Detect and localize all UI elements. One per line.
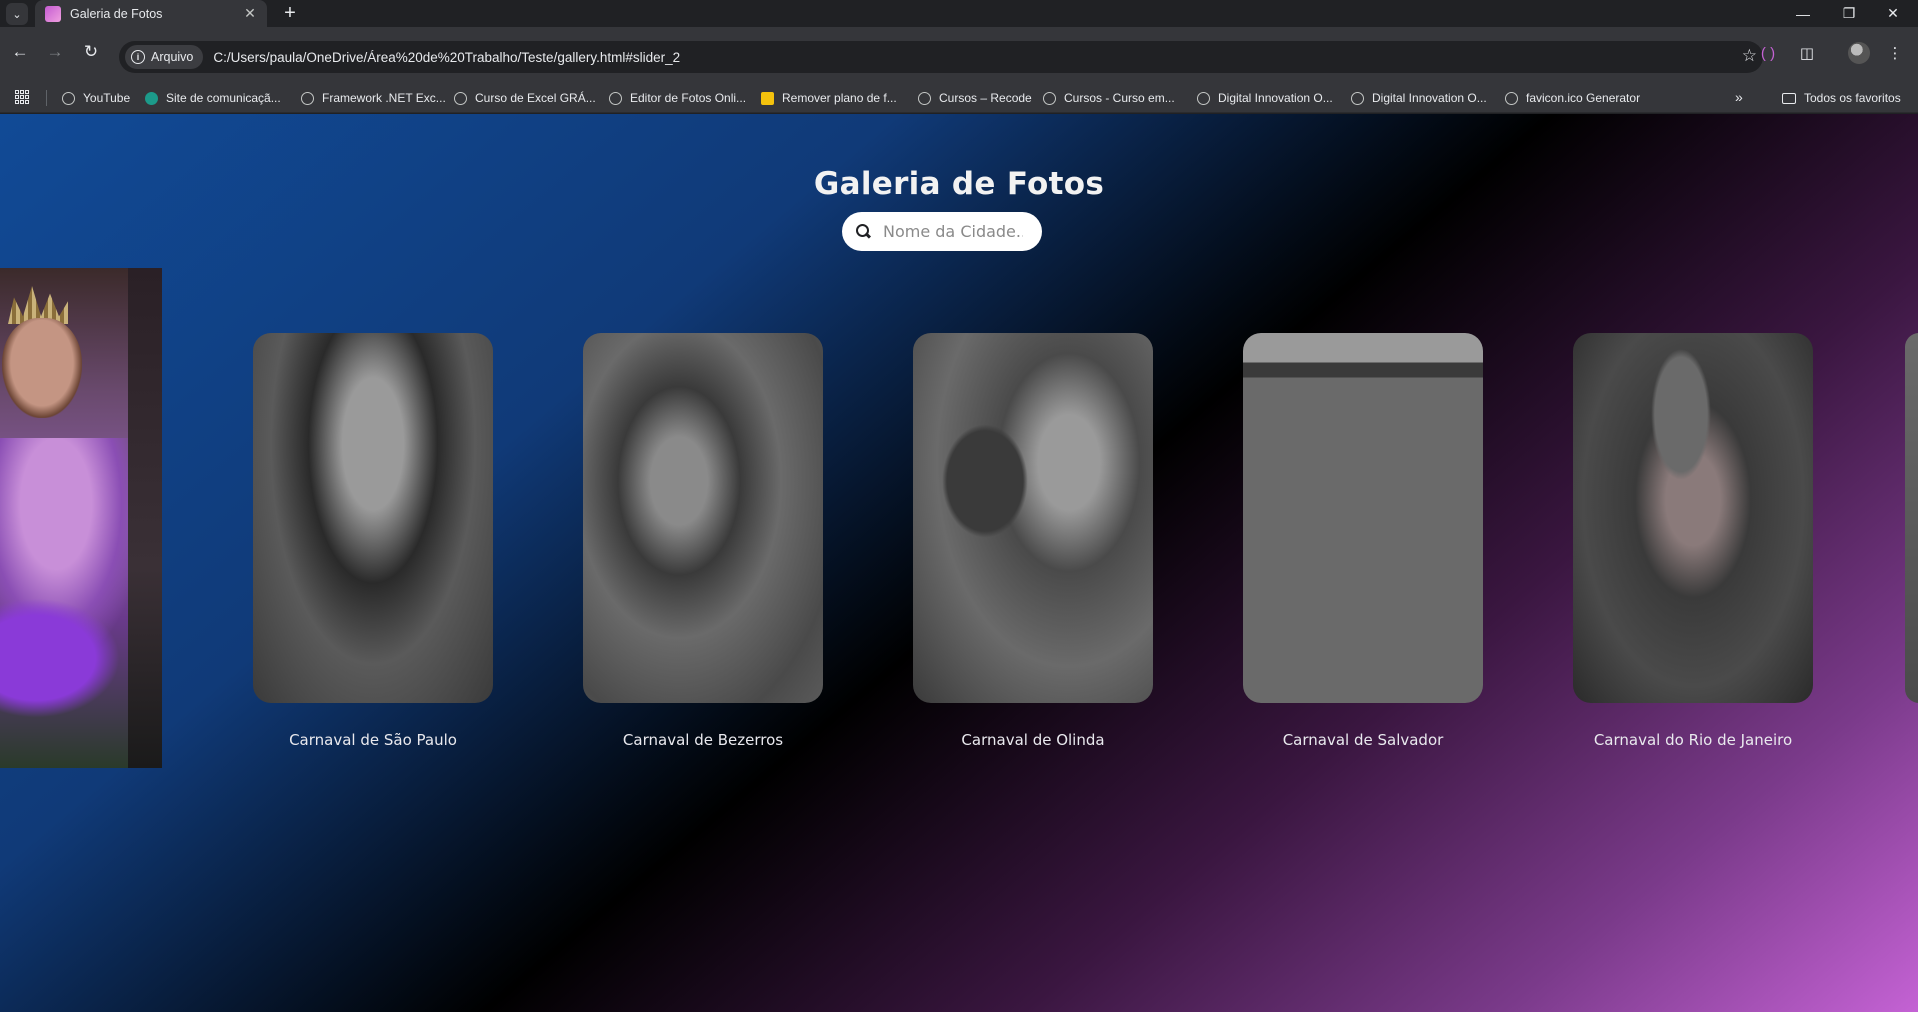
bookmark-label: Digital Innovation O... (1372, 91, 1487, 105)
tab-list-button[interactable]: ⌄ (6, 3, 28, 25)
extensions-puzzle-icon[interactable]: ◫ (1795, 41, 1819, 65)
gallery-card[interactable]: Carnaval de Bezerros (583, 333, 823, 749)
featured-photo[interactable] (0, 268, 162, 768)
globe-icon (1351, 91, 1364, 105)
card-label: Carnaval de Salvador (1282, 731, 1444, 749)
bookmark-item[interactable]: Remover plano de f... (761, 83, 897, 113)
tab-strip: ⌄ Galeria de Fotos ✕ + — ❐ ✕ (0, 0, 1918, 27)
bookmark-item[interactable]: Site de comunicaçã... (145, 83, 281, 113)
search-box[interactable] (842, 212, 1042, 251)
profile-avatar[interactable] (1848, 42, 1870, 64)
gallery-card[interactable]: Carnaval de São Paulo (253, 333, 493, 749)
globe-icon (62, 91, 75, 105)
bookmark-label: Cursos - Curso em... (1064, 91, 1175, 105)
folder-icon (1782, 92, 1796, 104)
bookmark-label: Framework .NET Exc... (322, 91, 446, 105)
remove-bg-icon (761, 91, 774, 105)
site-s-icon (145, 91, 158, 105)
card-photo[interactable] (1243, 333, 1483, 703)
search-icon (856, 223, 872, 240)
bookmarks-bar: YouTube Site de comunicaçã... Framework … (0, 83, 1918, 113)
tab-title: Galeria de Fotos (70, 6, 163, 21)
face-shape (2, 318, 82, 418)
close-icon[interactable]: ✕ (241, 5, 259, 22)
bookmark-item[interactable]: Cursos – Recode (918, 83, 1032, 113)
browser-window: ⌄ Galeria de Fotos ✕ + — ❐ ✕ ← → ↻ i Arq… (0, 0, 1918, 1012)
reload-button[interactable]: ↻ (76, 37, 106, 67)
page-content: Galeria de Fotos Carnaval de São Paulo C… (0, 114, 1918, 1012)
bookmark-item[interactable]: Editor de Fotos Onli... (609, 83, 746, 113)
gallery-card[interactable]: Carnaval do Rio de Janeiro (1573, 333, 1813, 749)
forward-button[interactable]: → (40, 37, 70, 67)
toolbar: ← → ↻ i Arquivo C:/Users/paula/OneDrive/… (0, 27, 1918, 83)
bookmark-item[interactable]: Digital Innovation O... (1197, 83, 1333, 113)
card-photo[interactable] (1573, 333, 1813, 703)
globe-icon (609, 91, 622, 105)
bookmark-label: Editor de Fotos Onli... (630, 91, 747, 105)
card-photo[interactable] (583, 333, 823, 703)
bookmark-item[interactable]: Framework .NET Exc... (301, 83, 446, 113)
bookmark-item[interactable]: YouTube (62, 83, 130, 113)
card-label: Carnaval de São Paulo (289, 731, 457, 749)
site-info-label: Arquivo (151, 50, 194, 64)
card-label: Carnaval de Bezerros (622, 731, 784, 749)
menu-kebab-icon[interactable]: ⋮ (1883, 41, 1907, 65)
globe-icon (1197, 91, 1210, 105)
bookmarks-divider (46, 90, 47, 106)
globe-icon (454, 91, 467, 105)
crowd-shadow (128, 268, 162, 768)
card-photo[interactable] (913, 333, 1153, 703)
bookmark-item[interactable]: Curso de Excel GRÁ... (454, 83, 596, 113)
bookmark-star-icon[interactable]: ☆ (1742, 46, 1757, 66)
globe-icon (918, 91, 931, 105)
extension-brackets-icon[interactable]: ( ) (1756, 41, 1780, 65)
new-tab-button[interactable]: + (279, 2, 301, 24)
bookmark-label: Remover plano de f... (782, 91, 897, 105)
bookmark-label: YouTube (83, 91, 131, 105)
restore-button[interactable]: ❐ (1826, 0, 1872, 27)
card-label: Carnaval do Rio de Janeiro (1593, 731, 1793, 749)
bookmark-label: Curso de Excel GRÁ... (475, 91, 596, 105)
page-title: Galeria de Fotos (813, 166, 1105, 202)
bookmark-item[interactable]: Digital Innovation O... (1351, 83, 1487, 113)
bookmark-item[interactable]: Cursos - Curso em... (1043, 83, 1175, 113)
back-button[interactable]: ← (5, 37, 35, 67)
globe-icon (1043, 91, 1056, 105)
globe-icon (301, 91, 314, 105)
address-bar[interactable]: i Arquivo C:/Users/paula/OneDrive/Área%2… (119, 41, 1763, 73)
feathers-shape (0, 598, 120, 718)
card-photo[interactable] (253, 333, 493, 703)
globe-icon (1505, 91, 1518, 105)
next-card-partial[interactable] (1905, 333, 1918, 703)
all-bookmarks-folder[interactable]: Todos os favoritos (1782, 83, 1901, 113)
window-close-button[interactable]: ✕ (1870, 0, 1916, 27)
tab-active[interactable]: Galeria de Fotos ✕ (35, 0, 267, 27)
card-label: Carnaval de Olinda (961, 731, 1105, 749)
gallery-card[interactable]: Carnaval de Olinda (913, 333, 1153, 749)
info-icon: i (131, 50, 145, 64)
bookmark-label: Digital Innovation O... (1218, 91, 1333, 105)
apps-grid-icon[interactable] (15, 90, 29, 104)
more-bookmarks-chevron-icon[interactable]: » (1735, 89, 1743, 105)
site-info-chip[interactable]: i Arquivo (125, 45, 204, 69)
all-bookmarks-label: Todos os favoritos (1804, 91, 1901, 105)
minimize-button[interactable]: — (1780, 0, 1826, 27)
gallery-card[interactable]: Carnaval de Salvador (1243, 333, 1483, 749)
url-text[interactable]: C:/Users/paula/OneDrive/Área%20de%20Trab… (213, 50, 680, 65)
bookmark-label: Cursos – Recode (939, 91, 1032, 105)
bookmark-label: Site de comunicaçã... (166, 91, 281, 105)
bookmark-label: favicon.ico Generator (1526, 91, 1641, 105)
bookmark-item[interactable]: favicon.ico Generator (1505, 83, 1640, 113)
tab-favicon-icon (45, 5, 61, 22)
search-input[interactable] (883, 222, 1023, 241)
